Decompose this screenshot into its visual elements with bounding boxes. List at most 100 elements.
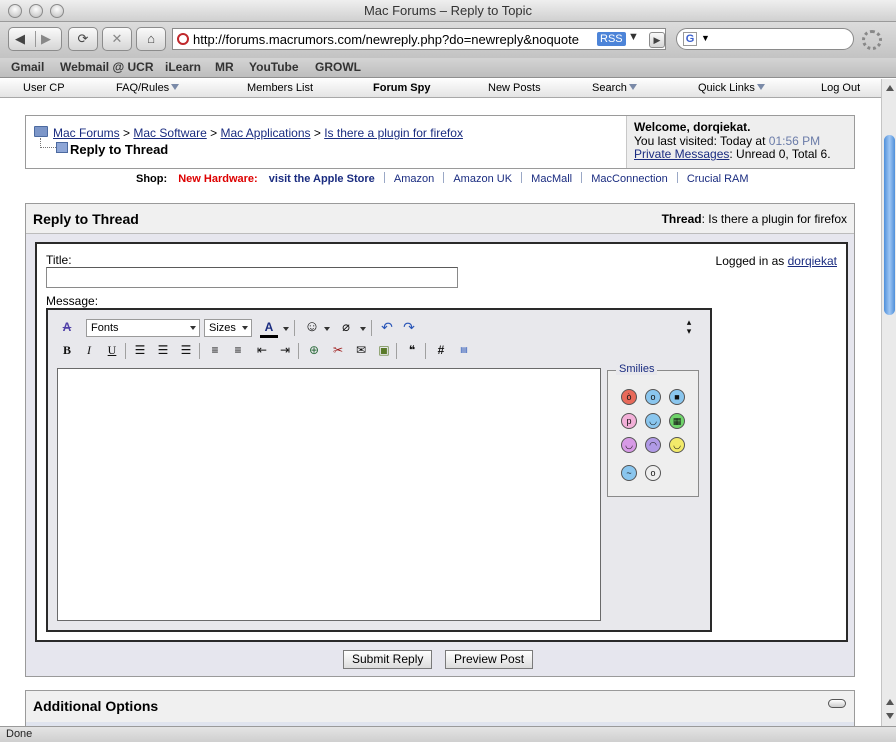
shop-link-crucial-ram[interactable]: Crucial RAM [687,173,749,185]
back-arrow-icon[interactable]: ◀ [15,28,25,50]
breadcrumb-mac-software[interactable]: Mac Software [133,126,206,140]
breadcrumb-mac-applications[interactable]: Mac Applications [220,126,310,140]
insert-quote-icon[interactable]: ❝ [403,341,421,359]
attachment-icon[interactable]: ⌀ [337,318,355,336]
private-messages-link[interactable]: Private Messages [634,147,729,161]
underline-icon[interactable]: U [103,341,121,359]
bookmark-ilearn[interactable]: iLearn [165,60,201,74]
eek-smiley-icon[interactable]: o [645,389,661,405]
smiley-dropdown-icon[interactable] [324,327,330,331]
submit-row: Submit Reply Preview Post [26,650,854,674]
bookmark-gmail[interactable]: Gmail [11,60,44,74]
shop-link-macmall[interactable]: MacMall [531,173,572,185]
home-icon: ⌂ [147,31,155,46]
bookmark-webmail[interactable]: Webmail @ UCR [60,60,154,74]
reply-heading: Reply to Thread [33,211,139,227]
insert-image-icon[interactable]: ▣ [375,341,393,359]
nav-new-posts[interactable]: New Posts [488,82,541,94]
scroll-up-arrow-icon[interactable] [886,85,894,91]
sizes-dropdown[interactable]: Sizes [204,319,252,337]
shop-link-macconnection[interactable]: MacConnection [591,173,667,185]
snapback-button[interactable]: ▶ [649,32,665,48]
nav-forum-spy[interactable]: Forum Spy [373,82,430,94]
search-engine-dropdown-icon[interactable]: ▼ [701,33,710,43]
stop-button[interactable]: ✕ [102,27,132,51]
wink-smiley-icon[interactable]: ◡ [669,437,685,453]
forum-navbar: User CP FAQ/Rules Members List Forum Spy… [0,79,881,98]
scrollbar-thumb[interactable] [884,135,895,315]
biggrin-smiley-icon[interactable]: ▦ [669,413,685,429]
bookmarks-bar: Gmail Webmail @ UCR iLearn MR YouTube GR… [0,58,896,78]
confused-smiley-icon[interactable]: ~ [621,465,637,481]
message-textarea[interactable] [57,368,601,621]
breadcrumb-current: Reply to Thread [70,142,169,157]
smiley-insert-icon[interactable]: ☺ [303,318,321,336]
redo-icon[interactable]: ↷ [400,318,418,336]
insert-link-icon[interactable]: ⊕ [305,341,323,359]
rolleyes-smiley-icon[interactable]: ◡ [621,437,637,453]
forward-arrow-icon[interactable]: ▶ [41,28,51,50]
vertical-scrollbar[interactable] [881,79,896,726]
bold-icon[interactable]: B [58,341,76,359]
cool-smiley-icon[interactable]: ■ [669,389,685,405]
bookmark-mr[interactable]: MR [215,60,234,74]
submit-reply-button[interactable]: Submit Reply [343,650,433,669]
remove-format-icon[interactable]: A [58,318,76,336]
search-field[interactable]: G ▼ [676,28,854,50]
preview-post-button[interactable]: Preview Post [445,650,534,669]
last-visited-time: 01:56 PM [768,133,821,148]
nav-members-list[interactable]: Members List [247,82,313,94]
title-label: Title: [46,253,72,267]
align-center-icon[interactable]: ☰ [154,341,172,359]
welcome-greeting: Welcome, dorqiekat. [634,120,751,134]
dropdown-arrow-icon [756,84,765,90]
forum-home-icon[interactable] [34,126,48,137]
scroll-down-arrow-icon[interactable] [886,713,894,719]
insert-email-icon[interactable]: ✉ [352,341,370,359]
shocked-smiley-icon[interactable]: o [645,465,661,481]
nav-search[interactable]: Search [592,82,637,94]
indent-icon[interactable]: ⇥ [276,341,294,359]
text-color-icon[interactable]: A [260,318,278,338]
breadcrumb-thread[interactable]: Is there a plugin for firefox [324,126,463,140]
text-color-dropdown-icon[interactable] [283,327,289,331]
insert-code-icon[interactable]: # [432,341,450,359]
smile-smiley-icon[interactable]: ◡ [645,413,661,429]
nav-user-cp[interactable]: User CP [23,82,65,94]
undo-icon[interactable]: ↶ [378,318,396,336]
collapse-icon[interactable] [828,699,846,708]
rss-dropdown-icon[interactable]: ▼ [628,31,639,43]
shop-link-amazon-uk[interactable]: Amazon UK [453,173,512,185]
mad-smiley-icon[interactable]: ò [621,389,637,405]
align-left-icon[interactable]: ☰ [131,341,149,359]
fonts-dropdown[interactable]: Fonts [86,319,200,337]
address-bar[interactable]: http://forums.macrumors.com/newreply.php… [172,28,666,50]
home-button[interactable]: ⌂ [136,27,166,51]
nav-quick-links[interactable]: Quick Links [698,82,765,94]
reload-button[interactable]: ⟳ [68,27,98,51]
bookmark-growl[interactable]: GROWL [315,60,361,74]
insert-php-icon[interactable]: ▤ [455,341,473,359]
tongue-smiley-icon[interactable]: p [621,413,637,429]
remove-link-icon[interactable]: ✂ [329,341,347,359]
unordered-list-icon[interactable]: ≡ [229,341,247,359]
frown-smiley-icon[interactable]: ◠ [645,437,661,453]
apple-store-link[interactable]: visit the Apple Store [269,173,375,185]
breadcrumb-mac-forums[interactable]: Mac Forums [53,126,120,140]
nav-faq-rules[interactable]: FAQ/Rules [116,82,180,94]
scroll-up-arrow-bottom-icon[interactable] [886,699,894,705]
outdent-icon[interactable]: ⇤ [253,341,271,359]
resize-editor-icon[interactable]: ▴ ▾ [680,318,698,336]
attachment-dropdown-icon[interactable] [360,327,366,331]
align-right-icon[interactable]: ☰ [177,341,195,359]
logged-in-status: Logged in as dorqiekat [715,254,837,268]
title-input[interactable] [46,267,458,288]
reply-form: Title: Logged in as dorqiekat Message: A… [35,242,848,642]
italic-icon[interactable]: I [80,341,98,359]
bookmark-youtube[interactable]: YouTube [249,60,299,74]
ordered-list-icon[interactable]: ≡ [206,341,224,359]
nav-log-out[interactable]: Log Out [821,82,860,94]
shop-link-amazon[interactable]: Amazon [394,173,434,185]
username-link[interactable]: dorqiekat [788,254,837,268]
rss-icon[interactable]: RSS [597,32,626,46]
